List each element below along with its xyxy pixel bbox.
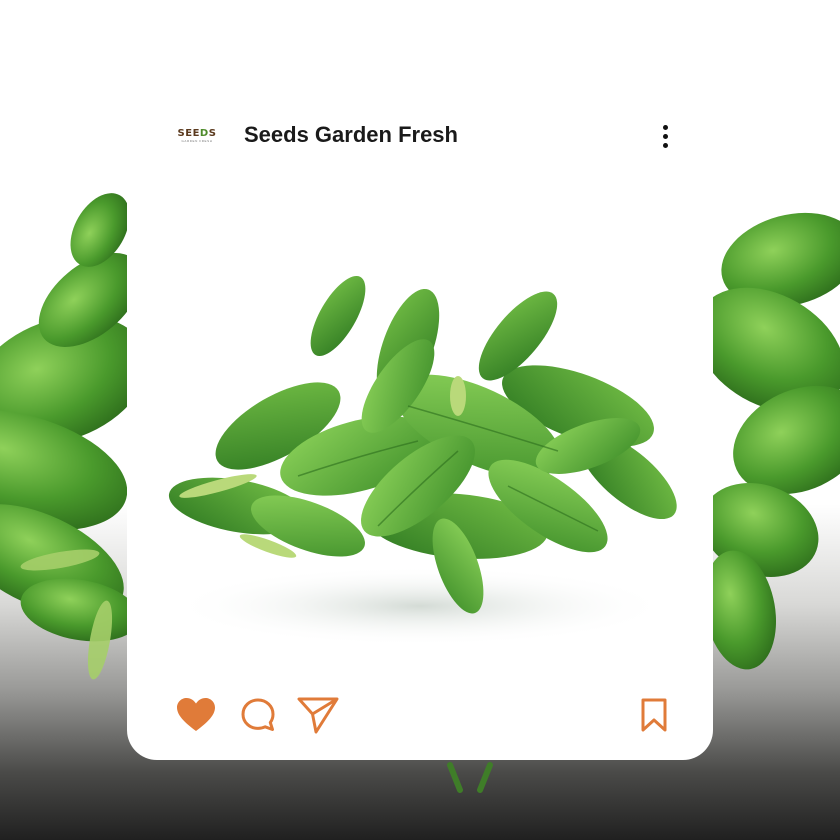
more-dot-icon bbox=[662, 133, 668, 139]
heart-icon bbox=[177, 698, 215, 731]
bookmark-icon bbox=[641, 698, 667, 732]
more-dot-icon bbox=[662, 124, 668, 130]
post-header: SEEDS GARDEN FRESH Seeds Garden Fresh bbox=[127, 96, 713, 176]
share-button[interactable] bbox=[297, 694, 339, 736]
post-image bbox=[158, 226, 682, 746]
post-actions bbox=[127, 686, 713, 746]
more-dot-icon bbox=[662, 142, 668, 148]
logo-wordmark: SEEDS bbox=[177, 127, 217, 139]
comment-button[interactable] bbox=[237, 694, 279, 736]
like-button[interactable] bbox=[175, 694, 217, 736]
bookmark-button[interactable] bbox=[633, 694, 675, 736]
avatar[interactable]: SEEDS GARDEN FRESH bbox=[173, 124, 221, 148]
logo-subtext: GARDEN FRESH bbox=[181, 138, 213, 143]
more-options-button[interactable] bbox=[653, 120, 677, 152]
account-name[interactable]: Seeds Garden Fresh bbox=[244, 122, 458, 148]
comment-icon bbox=[241, 698, 275, 731]
post-card: SEEDS GARDEN FRESH Seeds Garden Fresh bbox=[127, 96, 713, 760]
basil-illustration bbox=[168, 276, 677, 646]
send-icon bbox=[297, 697, 339, 734]
